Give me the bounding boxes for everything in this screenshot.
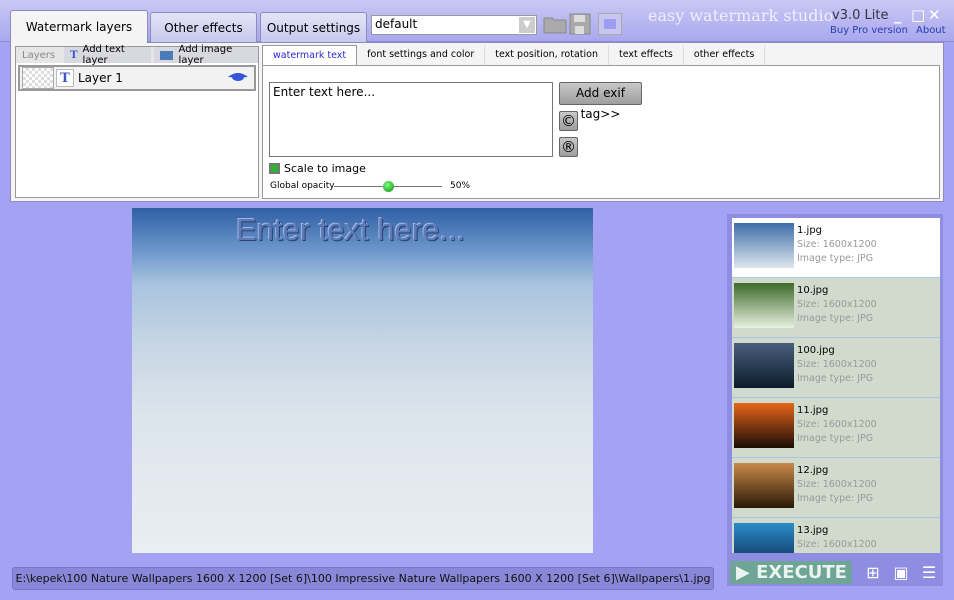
tab-other-effects[interactable]: Other effects [150,12,257,42]
watermark-text-input[interactable]: Enter text here... [269,82,553,157]
image-name: 13.jpg [797,525,829,536]
image-thumbnail [734,223,794,268]
scale-to-image-label: Scale to image [284,162,366,175]
image-size: Size: 1600x1200 [797,359,877,370]
subtab-watermark-text[interactable]: watermark text [262,45,358,66]
add-text-label: Add text layer [82,44,125,66]
about-link[interactable]: About [916,25,946,36]
image-size: Size: 1600x1200 [797,479,877,490]
opacity-value: 50% [450,181,471,191]
image-thumbnail [734,343,794,388]
buy-pro-link[interactable]: Buy Pro version [830,25,908,36]
minimize-icon[interactable]: _ [894,6,902,24]
image-thumbnail [734,283,794,328]
watermark-overlay-text[interactable]: Enter text here... [236,212,465,248]
image-thumbnail [734,523,794,553]
add-folder-icon[interactable]: ▣ [890,563,912,585]
add-image-layer-button[interactable]: Add image layer [154,44,258,66]
preset-select[interactable]: default ▼ [371,15,537,35]
close-icon[interactable]: ✕ [928,6,941,24]
layer-thumbnail [22,67,54,89]
text-layer-icon: T [70,49,78,61]
subtab-other-effects[interactable]: other effects [684,45,766,65]
image-size: Size: 1600x1200 [797,299,877,310]
open-folder-icon[interactable] [543,13,567,35]
image-name: 1.jpg [797,225,823,236]
copyright-button[interactable]: © [559,111,578,131]
image-list-item[interactable]: 11.jpg Size: 1600x1200 Image type: JPG [732,398,940,458]
maximize-icon[interactable]: □ [911,6,925,24]
image-list-item[interactable]: 1.jpg Size: 1600x1200 Image type: JPG [732,218,940,278]
execute-button[interactable]: ▶ EXECUTE [730,561,852,584]
add-image-label: Add image layer [178,44,233,66]
image-size: Size: 1600x1200 [797,419,877,430]
opacity-slider-thumb[interactable] [383,181,394,192]
execute-label: EXECUTE [756,562,847,583]
tab-output-settings[interactable]: Output settings [260,12,367,42]
image-type: Image type: JPG [797,433,874,444]
image-name: 10.jpg [797,285,829,296]
color-icon[interactable] [598,13,622,35]
image-name: 100.jpg [797,345,835,356]
chevron-down-icon[interactable]: ▼ [519,17,535,33]
add-image-icon[interactable]: ⊞ [862,563,884,585]
preset-value: default [375,17,418,31]
sub-tabs: watermark text font settings and color t… [262,45,942,66]
subtab-font-settings[interactable]: font settings and color [357,45,486,65]
add-exif-tag-button[interactable]: Add exif tag>> [559,82,642,121]
text-layer-icon: T [56,69,74,87]
add-text-layer-button[interactable]: T Add text layer [64,44,151,66]
image-thumbnail [734,403,794,448]
layer-row[interactable]: T Layer 1 [18,65,256,91]
image-preview[interactable] [132,208,593,553]
registered-button[interactable]: ® [559,137,578,157]
eye-visibility-icon[interactable] [228,72,248,85]
image-list[interactable]: 1.jpg Size: 1600x1200 Image type: JPG 10.jp… [732,218,940,553]
image-list-item[interactable]: 12.jpg Size: 1600x1200 Image type: JPG [732,458,940,518]
app-title: easy watermark studio [648,6,834,25]
subtab-text-position[interactable]: text position, rotation [485,45,609,65]
layers-panel: Layers T Add text layer Add image layer T… [15,44,259,198]
status-path: E:\kepek\100 Nature Wallpapers 1600 X 12… [12,567,714,590]
clear-list-icon[interactable]: ☰ [918,563,940,585]
subtab-text-effects[interactable]: text effects [609,45,684,65]
layer-name: Layer 1 [78,71,123,85]
layers-label: Layers [22,49,56,61]
image-list-item[interactable]: 100.jpg Size: 1600x1200 Image type: JPG [732,338,940,398]
app-version: v3.0 Lite [832,8,889,23]
save-icon[interactable] [569,13,593,35]
scale-to-image-checkbox[interactable] [269,163,280,174]
image-type: Image type: JPG [797,493,874,504]
tab-watermark-layers[interactable]: Watermark layers [10,10,148,43]
image-size: Size: 1600x1200 [797,239,877,250]
opacity-slider[interactable] [334,181,442,192]
image-name: 11.jpg [797,405,829,416]
image-type: Image type: JPG [797,313,874,324]
image-size: Size: 1600x1200 [797,539,877,550]
image-list-item[interactable]: 13.jpgSize: 1600x1200Image type: JPG [732,518,940,553]
global-opacity-label: Global opacity [270,181,335,191]
play-icon: ▶ [736,562,757,583]
image-name: 12.jpg [797,465,829,476]
image-list-item[interactable]: 10.jpg Size: 1600x1200 Image type: JPG [732,278,940,338]
image-type: Image type: JPG [797,373,874,384]
image-thumbnail [734,463,794,508]
image-type: Image type: JPG [797,253,874,264]
image-layer-icon [160,50,173,60]
